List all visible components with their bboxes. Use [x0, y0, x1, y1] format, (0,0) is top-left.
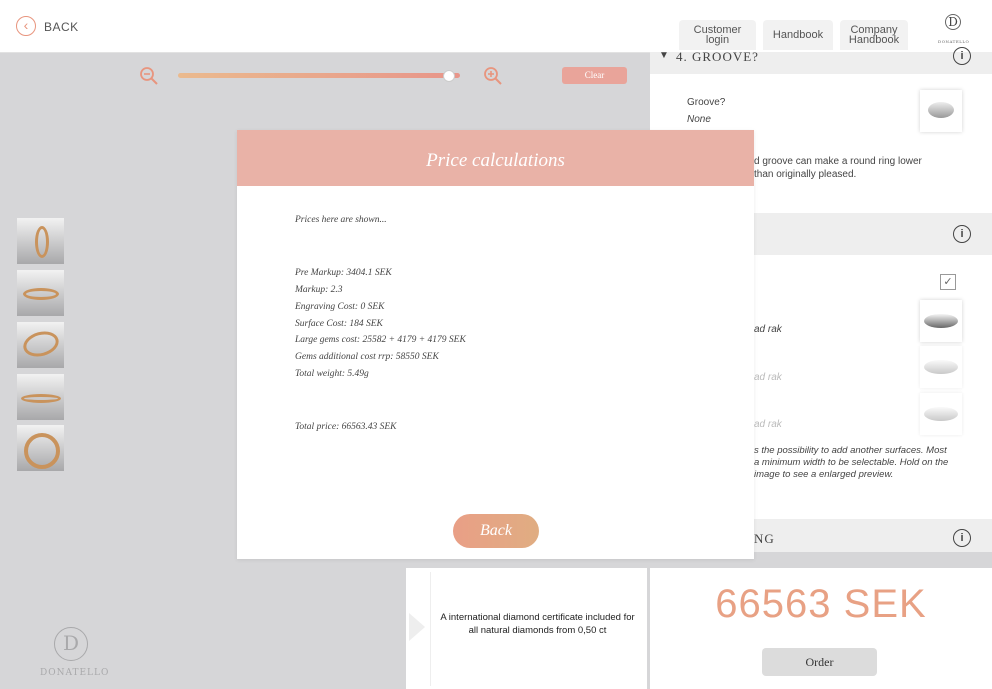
surface-ring-image — [924, 360, 958, 374]
modal-back-button[interactable]: Back — [453, 514, 539, 548]
ring-view-thumbnail-1[interactable] — [17, 218, 64, 264]
groove-label: Groove? — [687, 97, 726, 108]
groove-preview-image[interactable] — [920, 90, 962, 132]
ring-image — [21, 394, 61, 403]
groove-ring-image — [928, 102, 954, 118]
total-weight-line: Total weight: 5.49g — [295, 369, 369, 379]
price-calculations-modal: Price calculations Prices here are shown… — [237, 130, 754, 559]
ring-view-thumbnail-4[interactable] — [17, 374, 64, 420]
groove-section-title: 4. GROOVE? — [676, 49, 759, 64]
markup-line: Markup: 2.3 — [295, 285, 343, 295]
ring-image — [20, 327, 62, 361]
ring-view-thumbnail-3[interactable] — [17, 322, 64, 368]
brand-logo-text: DONATELLO — [40, 668, 110, 678]
surface-description-line2: a minimum width to be selectable. Hold o… — [754, 457, 949, 468]
pre-markup-line: Pre Markup: 3404.1 SEK — [295, 268, 392, 278]
surface-ring-image — [924, 407, 958, 421]
surface-option-image[interactable] — [920, 300, 962, 342]
engraving-cost-line: Engraving Cost: 0 SEK — [295, 302, 385, 312]
order-button[interactable]: Order — [762, 648, 877, 676]
zoom-in-icon[interactable] — [483, 66, 503, 86]
surface-ring-image — [924, 314, 958, 328]
groove-description-line1: d groove can make a round ring lower — [754, 156, 922, 167]
surface-option-label: ad rak — [754, 324, 782, 335]
groove-description-line2: than originally pleased. — [754, 169, 857, 180]
handbook-label: Handbook — [772, 29, 824, 41]
surface-option-label: ad rak — [754, 419, 782, 430]
surface-option-image[interactable] — [920, 393, 962, 435]
header-logo-letter: D — [945, 14, 961, 30]
total-price-line: Total price: 66563.43 SEK — [295, 422, 397, 432]
carousel-arrow-icon[interactable] — [409, 613, 425, 641]
total-price: 66563 SEK — [715, 582, 927, 626]
handbook-button[interactable]: Handbook — [763, 20, 833, 50]
ring-image — [24, 433, 60, 469]
next-section-title: NG — [754, 531, 775, 546]
surface-option-label: ad rak — [754, 372, 782, 383]
surface-description-line1: s the possibility to add another surface… — [754, 445, 947, 456]
surface-option-image[interactable] — [920, 346, 962, 388]
info-icon[interactable]: i — [953, 225, 971, 243]
surface-cost-line: Surface Cost: 184 SEK — [295, 319, 383, 329]
groove-section-header[interactable]: ▼ 4. GROOVE? i — [650, 47, 992, 74]
zoom-slider-thumb[interactable] — [442, 70, 455, 82]
ring-image — [35, 226, 49, 258]
surface-checkbox[interactable]: ✓ — [940, 274, 956, 290]
modal-intro: Prices here are shown... — [295, 215, 387, 225]
collapse-triangle-icon: ▼ — [659, 50, 669, 61]
groove-value: None — [687, 114, 711, 125]
back-arrow-icon[interactable]: ‹ — [16, 16, 36, 36]
customer-login-line2: login — [705, 34, 730, 46]
info-icon[interactable]: i — [953, 529, 971, 547]
large-gems-cost-line: Large gems cost: 25582 + 4179 + 4179 SEK — [295, 335, 466, 345]
ring-image — [23, 288, 59, 300]
company-handbook-button[interactable]: Company Handbook — [840, 20, 908, 50]
brand-logo-letter: D — [54, 627, 88, 661]
clear-button[interactable]: Clear — [562, 67, 627, 84]
zoom-out-icon[interactable] — [139, 66, 159, 86]
modal-title: Price calculations — [237, 130, 754, 186]
certificate-text: A international diamond certificate incl… — [440, 612, 635, 636]
company-handbook-line2: Handbook — [848, 34, 900, 46]
surface-description-line3: image to see a enlarged preview. — [754, 469, 894, 480]
info-icon[interactable]: i — [953, 47, 971, 65]
header-logo: D DONATELLO — [938, 14, 969, 44]
customer-login-button[interactable]: Customer login — [679, 20, 756, 50]
gems-additional-cost-line: Gems additional cost rrp: 58550 SEK — [295, 352, 439, 362]
zoom-slider[interactable] — [178, 73, 460, 78]
ring-view-thumbnail-2[interactable] — [17, 270, 64, 316]
brand-logo: D DONATELLO — [40, 627, 110, 678]
header-logo-text: DONATELLO — [938, 39, 970, 44]
ring-view-thumbnail-5[interactable] — [17, 425, 64, 471]
back-button-label[interactable]: BACK — [44, 20, 79, 34]
